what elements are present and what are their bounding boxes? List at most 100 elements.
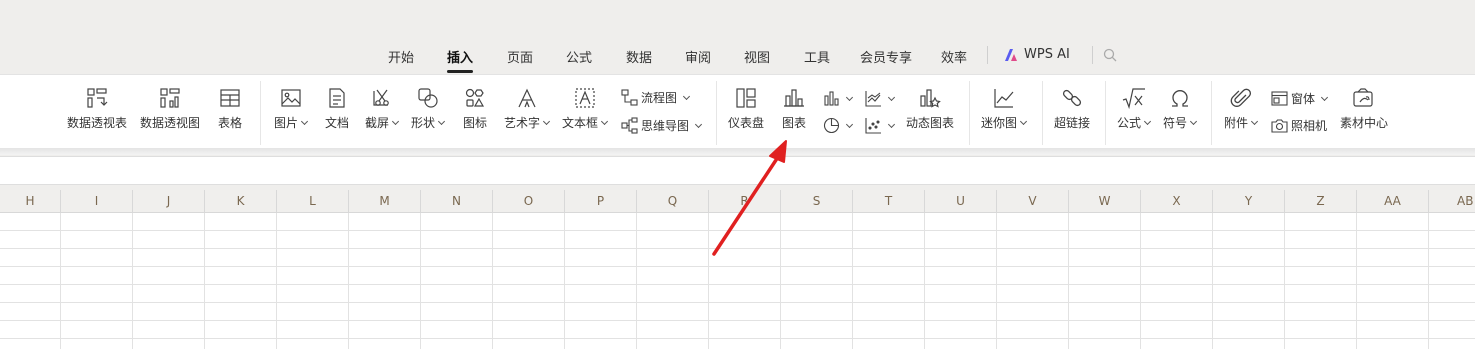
column-header[interactable]: R bbox=[709, 190, 781, 212]
tab-divider bbox=[987, 46, 988, 64]
tab-divider bbox=[1092, 46, 1093, 64]
textbox-label: 文本框 bbox=[562, 114, 609, 131]
tab-insert-label: 插入 bbox=[447, 51, 474, 66]
active-tab-indicator bbox=[447, 70, 474, 73]
tab-formula[interactable]: 公式 bbox=[566, 47, 592, 66]
icon-library-icon bbox=[462, 85, 488, 111]
column-header[interactable]: U bbox=[925, 190, 997, 212]
column-header[interactable]: X bbox=[1141, 190, 1213, 212]
column-header[interactable]: S bbox=[781, 190, 853, 212]
column-header[interactable]: K bbox=[205, 190, 277, 212]
column-header[interactable]: L bbox=[277, 190, 349, 212]
tab-tools[interactable]: 工具 bbox=[804, 47, 830, 66]
wps-ai-button[interactable]: WPS AI bbox=[1004, 47, 1070, 62]
sparkline-button[interactable]: 迷你图 bbox=[981, 85, 1028, 131]
tab-view[interactable]: 视图 bbox=[744, 47, 770, 66]
material-center-button[interactable]: 素材中心 bbox=[1340, 85, 1388, 131]
screenshot-button[interactable]: 截屏 bbox=[365, 85, 400, 131]
grid-row-line bbox=[0, 284, 1475, 285]
column-header[interactable]: H bbox=[0, 190, 61, 212]
document-label: 文档 bbox=[324, 116, 349, 130]
column-header[interactable]: AB bbox=[1429, 190, 1475, 212]
column-header[interactable]: M bbox=[349, 190, 421, 212]
grid-col-line bbox=[348, 213, 349, 349]
pivot-chart-button[interactable]: 数据透视图 bbox=[140, 85, 200, 131]
column-header[interactable]: N bbox=[421, 190, 493, 212]
material-center-icon bbox=[1351, 85, 1377, 111]
shape-icon bbox=[415, 85, 441, 111]
line-chart-dropdown[interactable] bbox=[865, 90, 896, 107]
scatter-chart-dropdown[interactable] bbox=[865, 117, 896, 134]
pie-chart-dropdown[interactable] bbox=[823, 117, 854, 134]
tab-member[interactable]: 会员专享 bbox=[860, 47, 912, 66]
column-header[interactable]: Q bbox=[637, 190, 709, 212]
wordart-button[interactable]: 艺术字 bbox=[504, 85, 551, 131]
bar-chart-dropdown[interactable] bbox=[823, 90, 854, 107]
mindmap-button[interactable]: 思维导图 bbox=[621, 117, 703, 134]
wps-ai-icon bbox=[1004, 48, 1020, 62]
symbol-button[interactable]: 符号 bbox=[1163, 85, 1198, 131]
table-button[interactable]: 表格 bbox=[217, 85, 243, 131]
tab-page[interactable]: 页面 bbox=[507, 47, 533, 66]
column-header[interactable]: AA bbox=[1357, 190, 1429, 212]
form-button[interactable]: 窗体 bbox=[1271, 90, 1329, 107]
tab-efficiency[interactable]: 效率 bbox=[941, 47, 967, 66]
picture-button[interactable]: 图片 bbox=[274, 85, 309, 131]
bar-chart-icon bbox=[823, 90, 840, 107]
document-button[interactable]: 文档 bbox=[324, 85, 350, 131]
grid-col-line bbox=[924, 213, 925, 349]
icon-library-label: 图标 bbox=[462, 116, 487, 130]
mindmap-icon bbox=[621, 117, 638, 134]
column-header[interactable]: J bbox=[133, 190, 205, 212]
formula-button[interactable]: 公式 bbox=[1117, 85, 1152, 131]
wordart-icon bbox=[514, 85, 540, 111]
spreadsheet-grid[interactable] bbox=[0, 213, 1475, 349]
formula-icon bbox=[1121, 85, 1147, 111]
grid-col-line bbox=[780, 213, 781, 349]
grid-col-line bbox=[1140, 213, 1141, 349]
column-header[interactable]: W bbox=[1069, 190, 1141, 212]
group-divider bbox=[1105, 81, 1106, 145]
grid-col-line bbox=[60, 213, 61, 349]
form-icon bbox=[1271, 91, 1288, 106]
tab-review[interactable]: 审阅 bbox=[685, 47, 711, 66]
picture-icon bbox=[278, 85, 304, 111]
hyperlink-button[interactable]: 超链接 bbox=[1054, 85, 1090, 131]
grid-col-line bbox=[1428, 213, 1429, 349]
column-header[interactable]: Z bbox=[1285, 190, 1357, 212]
scatter-chart-icon bbox=[865, 117, 882, 134]
link-icon bbox=[1059, 85, 1085, 111]
column-header[interactable]: V bbox=[997, 190, 1069, 212]
screenshot-icon bbox=[369, 85, 395, 111]
icon-library-button[interactable]: 图标 bbox=[462, 85, 488, 131]
formula-bar[interactable] bbox=[0, 156, 1475, 185]
dashboard-button[interactable]: 仪表盘 bbox=[728, 85, 764, 131]
shape-label: 形状 bbox=[411, 114, 446, 131]
flowchart-button[interactable]: 流程图 bbox=[621, 89, 691, 106]
table-icon bbox=[217, 85, 243, 111]
pivot-table-button[interactable]: 数据透视表 bbox=[67, 85, 127, 131]
shape-button[interactable]: 形状 bbox=[411, 85, 446, 131]
grid-col-line bbox=[1284, 213, 1285, 349]
column-header[interactable]: T bbox=[853, 190, 925, 212]
pivot-chart-label: 数据透视图 bbox=[140, 116, 201, 130]
tab-data[interactable]: 数据 bbox=[626, 47, 652, 66]
dynamic-chart-button[interactable]: 动态图表 bbox=[906, 85, 954, 131]
grid-col-line bbox=[1212, 213, 1213, 349]
pie-chart-icon bbox=[823, 117, 840, 134]
camera-icon bbox=[1271, 118, 1288, 133]
column-header[interactable]: I bbox=[61, 190, 133, 212]
tab-insert[interactable]: 插入 bbox=[447, 47, 474, 73]
column-header[interactable]: O bbox=[493, 190, 565, 212]
wordart-label: 艺术字 bbox=[504, 114, 551, 131]
grid-row-line bbox=[0, 266, 1475, 267]
camera-button[interactable]: 照相机 bbox=[1271, 117, 1327, 134]
search-icon[interactable] bbox=[1103, 48, 1117, 62]
textbox-button[interactable]: 文本框 bbox=[562, 85, 609, 131]
column-header[interactable]: Y bbox=[1213, 190, 1285, 212]
chart-button[interactable]: 图表 bbox=[781, 85, 807, 131]
tab-start[interactable]: 开始 bbox=[388, 47, 414, 66]
attachment-button[interactable]: 附件 bbox=[1224, 85, 1259, 131]
grid-col-line bbox=[420, 213, 421, 349]
column-header[interactable]: P bbox=[565, 190, 637, 212]
